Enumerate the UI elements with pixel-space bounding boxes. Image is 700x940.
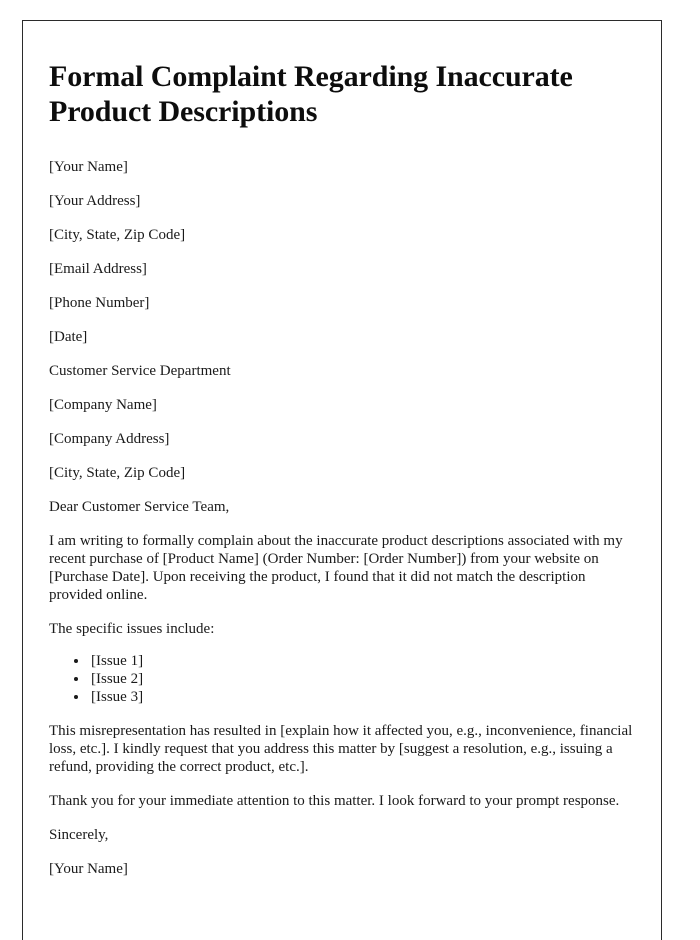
recipient-address-block: Customer Service Department [Company Nam… xyxy=(49,362,635,482)
list-item: [Issue 2] xyxy=(89,670,635,688)
recipient-company-name-field: [Company Name] xyxy=(49,396,157,413)
date-field: [Date] xyxy=(49,328,88,345)
closing-salutation: Sincerely, xyxy=(49,826,109,843)
recipient-company-address-field: [Company Address] xyxy=(49,430,170,447)
issues-list: [Issue 1] [Issue 2] [Issue 3] xyxy=(49,652,635,706)
impact-paragraph: This misrepresentation has resulted in [… xyxy=(49,722,633,775)
list-item: [Issue 3] xyxy=(89,688,635,706)
signature-name-field: [Your Name] xyxy=(49,860,128,877)
page-title: Formal Complaint Regarding Inaccurate Pr… xyxy=(49,60,573,129)
sender-address-block: [Your Name] [Your Address] [City, State,… xyxy=(49,158,635,346)
sender-city-state-zip-field: [City, State, Zip Code] xyxy=(49,226,186,243)
recipient-department: Customer Service Department xyxy=(49,362,231,379)
salutation: Dear Customer Service Team, xyxy=(49,498,230,515)
document-page: Formal Complaint Regarding Inaccurate Pr… xyxy=(22,20,662,940)
sender-name-field: [Your Name] xyxy=(49,158,128,175)
opening-paragraph: I am writing to formally complain about … xyxy=(49,532,623,603)
list-item: [Issue 1] xyxy=(89,652,635,670)
recipient-city-state-zip-field: [City, State, Zip Code] xyxy=(49,464,186,481)
sender-email-field: [Email Address] xyxy=(49,260,147,277)
issues-intro: The specific issues include: xyxy=(49,620,215,637)
closing-paragraph: Thank you for your immediate attention t… xyxy=(49,792,620,809)
sender-address-field: [Your Address] xyxy=(49,192,141,209)
sender-phone-field: [Phone Number] xyxy=(49,294,150,311)
